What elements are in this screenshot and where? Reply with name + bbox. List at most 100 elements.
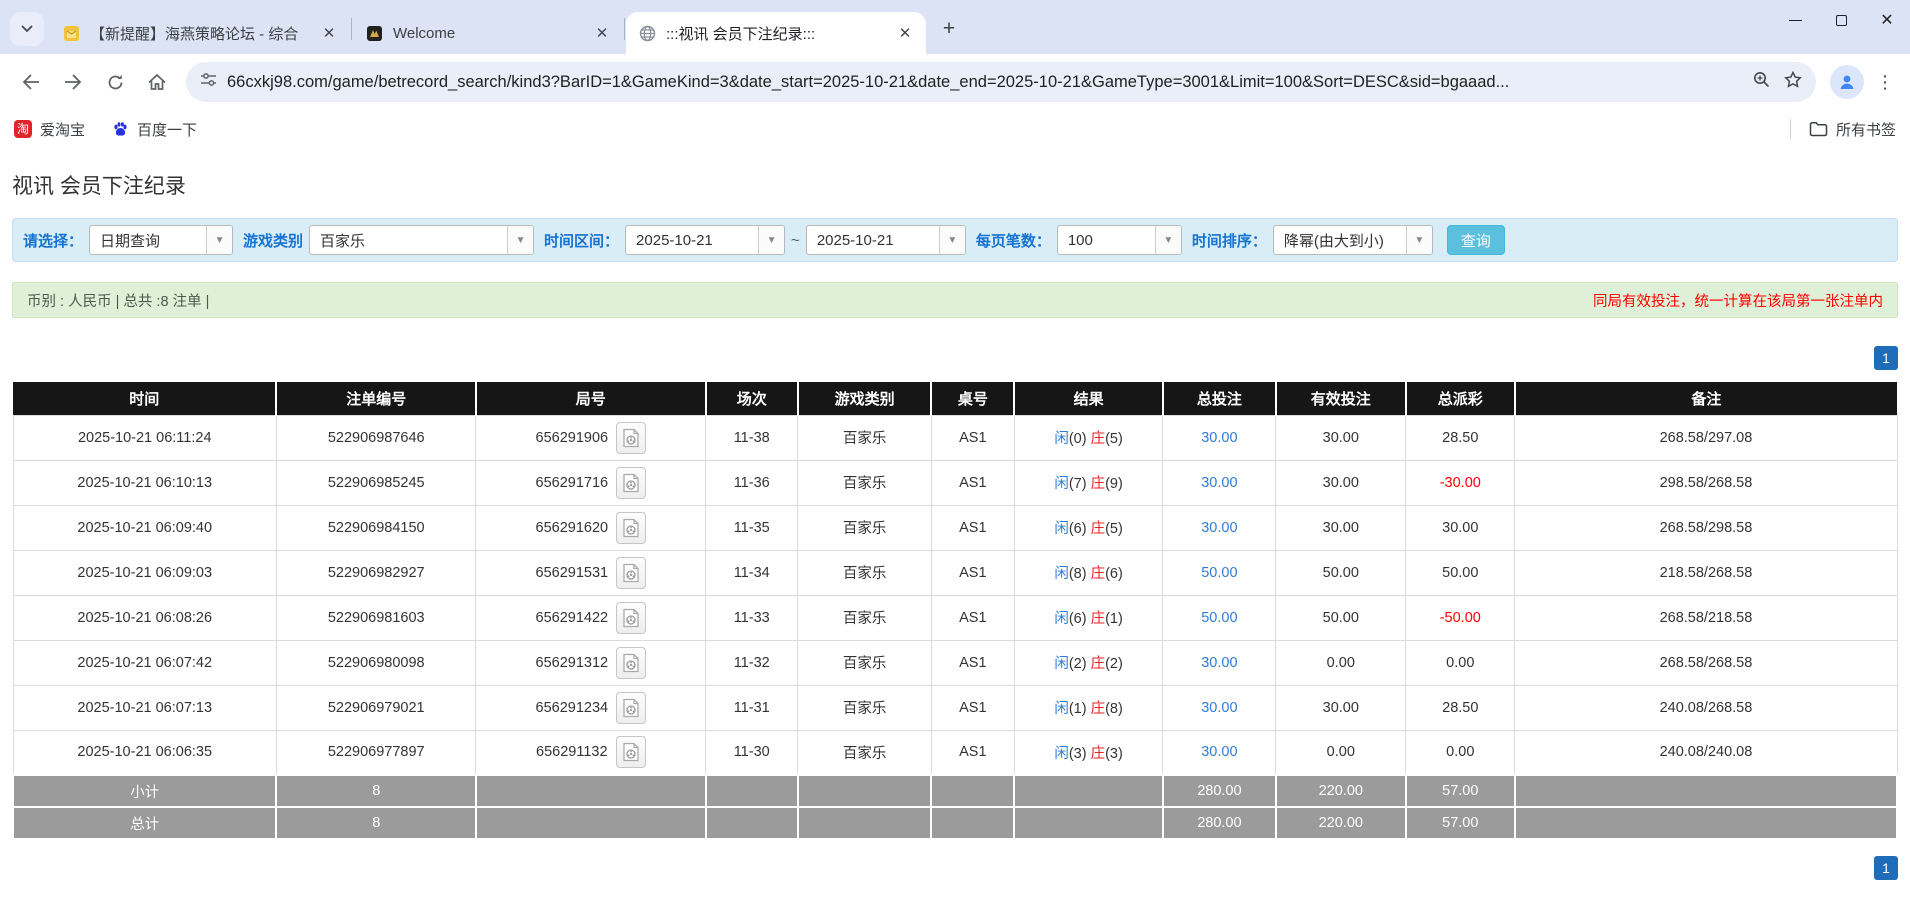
sort-value: 降幂(由大到小) — [1283, 232, 1384, 250]
game-type-select[interactable]: 百家乐 ▼ — [309, 225, 535, 255]
cell-game-type: 百家乐 — [797, 549, 932, 596]
page-number-top[interactable]: 1 — [1874, 346, 1898, 370]
column-header: 局号 — [475, 382, 707, 415]
home-icon — [148, 73, 166, 90]
total-bet-link[interactable]: 50.00 — [1201, 610, 1237, 626]
total-bet-link[interactable]: 30.00 — [1201, 744, 1237, 760]
bookmark-label: 百度一下 — [137, 121, 198, 139]
table-row: 2025-10-21 06:09:40 522906984150 6562916… — [12, 504, 1898, 551]
profile-icon — [1840, 75, 1854, 89]
taobao-icon: 淘 — [14, 120, 32, 138]
total-bet-link[interactable]: 30.00 — [1201, 475, 1237, 491]
video-replay-icon[interactable] — [616, 646, 647, 679]
table-row: 2025-10-21 06:09:03 522906982927 6562915… — [12, 549, 1898, 596]
video-replay-icon[interactable] — [616, 511, 647, 544]
tab-strip: 【新提醒】海燕策略论坛 - 综合 ✕ Welcome ✕ :::视讯 会员下注纪… — [0, 0, 1910, 54]
url-text[interactable]: 66cxkj98.com/game/betrecord_search/kind3… — [227, 73, 1739, 92]
tab-close-icon[interactable]: ✕ — [318, 22, 340, 44]
tab-search-button[interactable] — [10, 12, 44, 46]
all-bookmarks-button[interactable]: 所有书签 — [1809, 119, 1896, 140]
per-page-select[interactable]: 100 ▼ — [1056, 225, 1182, 255]
cell-bet-id: 522906980098 — [275, 639, 477, 686]
cell-total-bet: 50.00 — [1162, 594, 1277, 641]
cell-note: 268.58/297.08 — [1514, 414, 1898, 461]
maximize-button[interactable] — [1818, 0, 1864, 40]
cell-payout: 28.50 — [1405, 414, 1516, 461]
date-end-value: 2025-10-21 — [816, 231, 894, 249]
chevron-down-icon: ▼ — [1154, 226, 1181, 254]
cell-payout: -30.00 — [1405, 459, 1516, 506]
video-replay-icon[interactable] — [616, 691, 647, 724]
new-tab-button[interactable]: + — [934, 14, 964, 44]
home-button[interactable] — [138, 63, 176, 101]
tab-forum[interactable]: 【新提醒】海燕策略论坛 - 综合 ✕ — [50, 12, 350, 54]
date-range-label: 时间区间： — [544, 232, 620, 250]
video-replay-icon[interactable] — [616, 466, 647, 499]
cell-result: 闲(1) 庄(8) — [1013, 684, 1164, 731]
query-type-value: 日期查询 — [100, 232, 161, 250]
total-bet-link[interactable]: 30.00 — [1201, 430, 1237, 446]
column-header: 桌号 — [931, 382, 1016, 415]
bookmark-baidu[interactable]: 百度一下 — [111, 119, 197, 140]
forward-button[interactable] — [54, 63, 92, 101]
cell-result: 闲(2) 庄(2) — [1013, 639, 1164, 686]
profile-button[interactable] — [1830, 65, 1864, 99]
baidu-paw-icon — [111, 120, 129, 138]
chevron-down-icon: ▼ — [758, 226, 785, 254]
zoom-icon[interactable] — [1753, 71, 1770, 93]
sort-select[interactable]: 降幂(由大到小) ▼ — [1272, 225, 1433, 255]
footer-payout: 57.00 — [1404, 774, 1516, 808]
tab-bet-records-active[interactable]: :::视讯 会员下注纪录::: ✕ — [626, 12, 926, 54]
bookmark-star-icon[interactable] — [1784, 70, 1802, 93]
cell-round-id: 656291620 — [475, 504, 707, 551]
table-row: 2025-10-21 06:06:35 522906977897 6562911… — [12, 729, 1898, 776]
query-type-select[interactable]: 日期查询 ▼ — [89, 225, 234, 255]
total-bet-link[interactable]: 30.00 — [1201, 700, 1237, 716]
tab-title: 【新提醒】海燕策略论坛 - 综合 — [90, 25, 299, 43]
video-replay-icon[interactable] — [616, 421, 647, 454]
date-end-select[interactable]: 2025-10-21 ▼ — [805, 225, 966, 255]
close-button[interactable]: ✕ — [1864, 0, 1910, 40]
date-start-value: 2025-10-21 — [636, 231, 713, 249]
footer-valid-bet: 220.00 — [1274, 806, 1407, 840]
search-button[interactable]: 查询 — [1446, 225, 1505, 255]
cell-valid-bet: 50.00 — [1275, 549, 1407, 596]
video-replay-icon[interactable] — [616, 601, 647, 634]
address-bar[interactable]: 66cxkj98.com/game/betrecord_search/kind3… — [186, 62, 1816, 102]
cell-valid-bet: 50.00 — [1275, 594, 1407, 641]
date-start-select[interactable]: 2025-10-21 ▼ — [625, 225, 786, 255]
total-bet-link[interactable]: 30.00 — [1201, 520, 1237, 536]
forward-icon — [65, 74, 82, 90]
tab-close-icon[interactable]: ✕ — [591, 22, 613, 44]
column-header: 总派彩 — [1405, 382, 1516, 415]
browser-menu-button[interactable]: ⋮ — [1870, 65, 1900, 99]
cell-result: 闲(0) 庄(5) — [1013, 414, 1164, 461]
back-button[interactable] — [12, 63, 50, 101]
column-header: 有效投注 — [1275, 382, 1407, 415]
total-bet-link[interactable]: 50.00 — [1201, 565, 1237, 581]
reload-button[interactable] — [96, 63, 134, 101]
chevron-down-icon: ▼ — [206, 226, 233, 254]
bet-records-table: 时间 注单编号 局号 场次 游戏类别 桌号 结果 总投注 有效投注 总派彩 备注 2025-10-2… — [11, 382, 1899, 840]
total-bet-link[interactable]: 30.00 — [1201, 655, 1237, 671]
video-replay-icon[interactable] — [615, 736, 646, 769]
bookmark-taobao[interactable]: 淘 爱淘宝 — [14, 119, 85, 140]
cell-result: 闲(3) 庄(3) — [1013, 729, 1164, 776]
video-replay-icon[interactable] — [616, 556, 647, 589]
tab-divider — [351, 18, 352, 40]
cell-payout: -50.00 — [1405, 594, 1516, 641]
cell-note: 298.58/268.58 — [1514, 459, 1898, 506]
tab-close-icon[interactable]: ✕ — [894, 22, 916, 44]
cell-note: 268.58/218.58 — [1514, 594, 1898, 641]
cell-total-bet: 30.00 — [1162, 459, 1277, 506]
cell-valid-bet: 30.00 — [1275, 459, 1407, 506]
page-number-bottom[interactable]: 1 — [1874, 856, 1898, 880]
cell-game-type: 百家乐 — [797, 639, 932, 686]
cell-game-type: 百家乐 — [797, 729, 932, 776]
cell-table-no: AS1 — [930, 594, 1015, 641]
cell-time: 2025-10-21 06:09:40 — [12, 504, 277, 551]
tab-welcome[interactable]: Welcome ✕ — [353, 12, 623, 54]
site-settings-icon[interactable] — [200, 72, 217, 92]
cell-payout: 0.00 — [1405, 729, 1516, 776]
minimize-button[interactable] — [1772, 0, 1818, 40]
